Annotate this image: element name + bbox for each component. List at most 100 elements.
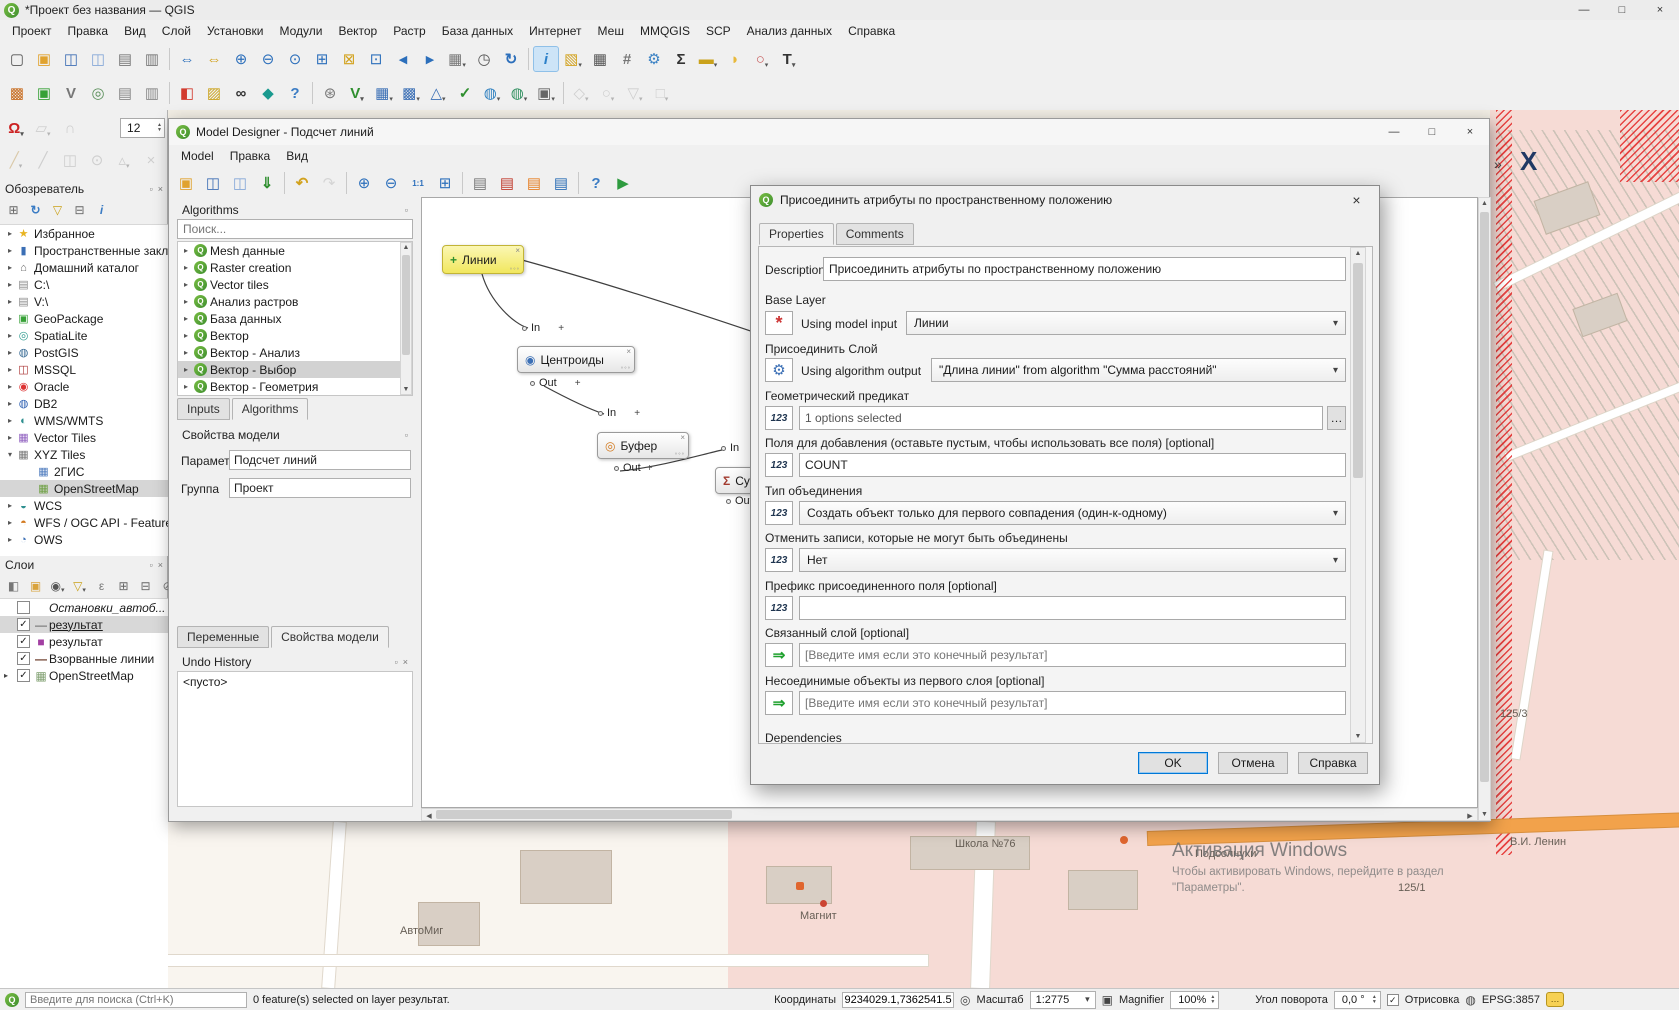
- dialog-tab[interactable]: Properties: [759, 223, 834, 245]
- open-attribute-table-button[interactable]: ▦: [587, 46, 613, 72]
- select-features-button[interactable]: ▧: [560, 46, 586, 72]
- minimize-button[interactable]: —: [1375, 122, 1413, 142]
- minimize-button[interactable]: —: [1565, 0, 1603, 20]
- node-comment-button[interactable]: °°°: [510, 268, 520, 274]
- browser-item[interactable]: ▸ ◓ WFS / OGC API - Features: [0, 514, 168, 531]
- cancel-button[interactable]: Отмена: [1218, 752, 1288, 774]
- scroll-down-icon[interactable]: ▼: [1479, 811, 1490, 818]
- browser-item[interactable]: ▸ ▦ Vector Tiles: [0, 429, 168, 446]
- menu-item[interactable]: Справка: [840, 21, 903, 41]
- expand-arrow-icon[interactable]: ▸: [4, 263, 16, 272]
- panel-close-button[interactable]: ×: [158, 560, 163, 570]
- data-source-manager-button[interactable]: ▩: [4, 80, 30, 106]
- dock-tab[interactable]: Переменные: [177, 626, 269, 648]
- expand-arrow-icon[interactable]: ▸: [4, 382, 16, 391]
- browser-properties-button[interactable]: i: [91, 200, 112, 221]
- model-zoom-actual-button[interactable]: 1:1: [405, 170, 431, 196]
- node-out-anchor[interactable]: Out: [726, 495, 753, 507]
- new-spatialite-button[interactable]: ◎: [85, 80, 111, 106]
- measure-button[interactable]: ▬: [695, 46, 721, 72]
- redo-button[interactable]: ↷: [316, 170, 342, 196]
- layer-visibility-checkbox[interactable]: ✓: [17, 652, 30, 665]
- temporal-controller-button[interactable]: ◷: [471, 46, 497, 72]
- algorithm-output-type-button[interactable]: ⚙: [765, 358, 793, 382]
- scroll-down-icon[interactable]: ▼: [401, 386, 411, 393]
- spin-arrows-icon[interactable]: [1372, 995, 1377, 1005]
- field-calculator-button[interactable]: #: [614, 46, 640, 72]
- value-type-badge[interactable]: 123: [765, 501, 793, 525]
- close-button[interactable]: ×: [1451, 122, 1489, 142]
- close-button[interactable]: ×: [1641, 0, 1679, 20]
- expand-arrow-icon[interactable]: ▸: [4, 501, 16, 510]
- node-in-anchor[interactable]: In +: [522, 322, 564, 334]
- expand-arrow-icon[interactable]: ▸: [181, 348, 191, 357]
- model-zoom-out-button[interactable]: ⊖: [378, 170, 404, 196]
- delete-selected-button[interactable]: ×: [138, 147, 164, 173]
- value-type-badge[interactable]: 123: [765, 548, 793, 572]
- anchor-add-button[interactable]: +: [647, 463, 653, 474]
- rotation-spinbox[interactable]: 0,0 °: [1334, 991, 1381, 1009]
- node-remove-button[interactable]: ×: [515, 246, 520, 255]
- menu-item[interactable]: Проект: [4, 21, 60, 41]
- expand-arrow-icon[interactable]: ▸: [4, 314, 16, 323]
- discard-records-combo[interactable]: Нет: [799, 548, 1346, 572]
- save-project-as-button[interactable]: ◫: [85, 46, 111, 72]
- menu-item[interactable]: База данных: [434, 21, 521, 41]
- expand-arrow-icon[interactable]: ▸: [4, 280, 16, 289]
- annotation-button[interactable]: ○: [749, 46, 775, 72]
- locator-search-icon[interactable]: Q: [5, 993, 19, 1007]
- expand-arrow-icon[interactable]: ▸: [181, 314, 191, 323]
- menu-item[interactable]: Меш: [590, 21, 632, 41]
- model-zoom-in-button[interactable]: ⊕: [351, 170, 377, 196]
- canvas-hscrollbar[interactable]: ◀ ▶: [421, 808, 1478, 821]
- join-layer-combo[interactable]: "Длина линии" from algorithm "Сумма расс…: [931, 358, 1346, 382]
- browser-item[interactable]: ▸ ◉ Oracle: [0, 378, 168, 395]
- save-edits-button[interactable]: ◫: [57, 147, 83, 173]
- scroll-right-icon[interactable]: ▶: [1465, 812, 1475, 820]
- expand-arrow-icon[interactable]: ▸: [181, 280, 191, 289]
- layer-item[interactable]: ✓ ■ результат: [0, 633, 168, 650]
- metasearch-button[interactable]: ◆: [255, 80, 281, 106]
- snapping-type-button[interactable]: ▱: [30, 115, 56, 141]
- open-model-from-processing-button[interactable]: ⇓: [254, 170, 280, 196]
- expand-arrow-icon[interactable]: ▸: [4, 246, 16, 255]
- panel-float-button[interactable]: ▫: [405, 430, 408, 440]
- dialog-tab[interactable]: Comments: [836, 223, 914, 245]
- menu-item[interactable]: Модули: [271, 21, 330, 41]
- expand-arrow-icon[interactable]: ▸: [4, 297, 16, 306]
- browser-filter-button[interactable]: ▽: [47, 200, 68, 221]
- algorithm-group-item[interactable]: ▸ Q Вектор - Выбор: [178, 361, 412, 378]
- lock-scale-icon[interactable]: ▣: [1102, 993, 1113, 1007]
- scroll-down-icon[interactable]: ▼: [1351, 733, 1365, 740]
- processing-chip-button[interactable]: ▣: [533, 80, 559, 106]
- layer-item[interactable]: Остановки_автоб...: [0, 599, 168, 616]
- snapping-tolerance-spinbox[interactable]: 12: [120, 118, 165, 138]
- new-project-button[interactable]: ▢: [4, 46, 30, 72]
- vertex-tool-button[interactable]: ▵: [111, 147, 137, 173]
- model-help-button[interactable]: ?: [583, 170, 609, 196]
- toggle-editing-button[interactable]: ╱: [30, 147, 56, 173]
- browser-item[interactable]: ▸ ▤ V:\: [0, 293, 168, 310]
- menu-item[interactable]: Правка: [60, 21, 117, 41]
- model-node-buffer[interactable]: ◎ Буфер × °°°: [597, 432, 689, 459]
- node-remove-button[interactable]: ×: [626, 347, 631, 356]
- pan-map-button[interactable]: ⇔: [174, 46, 200, 72]
- open-project-button[interactable]: ▣: [31, 46, 57, 72]
- algorithms-scrollbar[interactable]: ▲ ▼: [400, 242, 412, 395]
- zoom-last-button[interactable]: ◀: [390, 46, 416, 72]
- run-model-button[interactable]: ▶: [610, 170, 636, 196]
- expand-arrow-icon[interactable]: ▸: [181, 263, 191, 272]
- node-comment-button[interactable]: °°°: [675, 453, 685, 459]
- dock-tab[interactable]: Inputs: [177, 398, 230, 420]
- model-input-type-button[interactable]: *: [765, 311, 793, 335]
- menu-item[interactable]: Вид: [116, 21, 154, 41]
- refresh-map-button[interactable]: ↻: [498, 46, 524, 72]
- add-group-button[interactable]: ▣: [25, 576, 46, 597]
- canvas-vscrollbar[interactable]: ▲ ▼: [1478, 197, 1491, 821]
- filter-legend-button[interactable]: ▽: [69, 576, 90, 597]
- value-type-badge[interactable]: 123: [765, 406, 793, 430]
- export-as-script-button[interactable]: ▤: [548, 170, 574, 196]
- messages-button[interactable]: …: [1546, 992, 1564, 1007]
- raster-grid-button[interactable]: ▦: [371, 80, 397, 106]
- browser-item[interactable]: ▸ ◒ WCS: [0, 497, 168, 514]
